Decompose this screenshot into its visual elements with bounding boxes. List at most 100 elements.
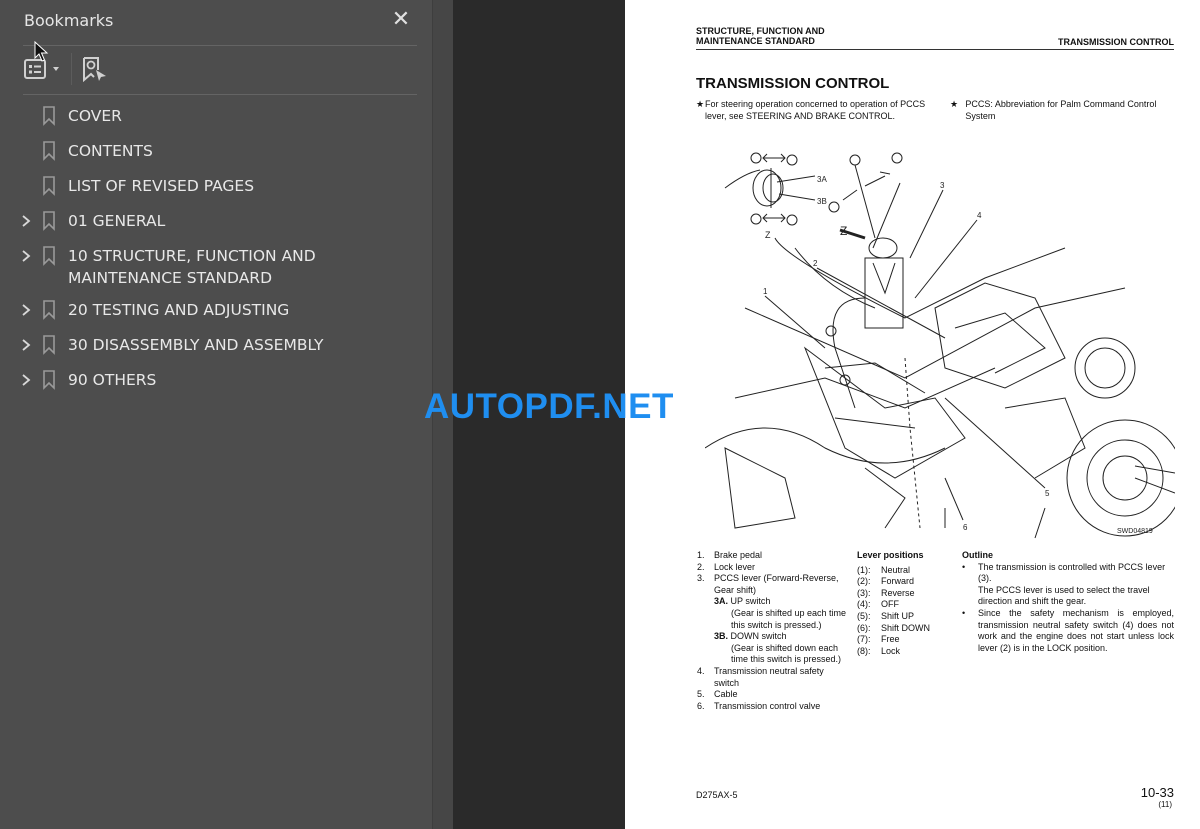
bookmark-item[interactable]: LIST OF REVISED PAGES — [0, 170, 432, 205]
bookmark-icon — [42, 105, 58, 127]
mouse-cursor-icon — [34, 41, 49, 62]
revision-number: (11) — [1158, 800, 1172, 809]
part-subitem-note: (Gear is shifted down each time this swi… — [731, 642, 842, 665]
part-item: 1. Brake pedal — [697, 550, 763, 560]
bookmark-label: 01 GENERAL — [68, 212, 166, 230]
outline-section: Outline • The transmission is controlled… — [962, 550, 1174, 654]
outline-heading: Outline — [962, 550, 993, 560]
page-title: TRANSMISSION CONTROL — [696, 75, 890, 92]
header-section-line1: STRUCTURE, FUNCTION AND — [696, 26, 825, 36]
bookmark-icon — [42, 140, 58, 162]
star-icon: ★ — [950, 99, 959, 109]
bookmark-label: 10 STRUCTURE, FUNCTION AND MAINTENANCE S… — [68, 247, 316, 287]
divider — [23, 94, 417, 95]
note-text: PCCS: Abbreviation for Palm Command Cont… — [965, 99, 1157, 121]
callout-6: 6 — [963, 523, 968, 532]
callout-leaders — [764, 189, 1046, 521]
bookmark-list: COVER CONTENTS LIST OF REVISED PAGES 01 GEN… — [0, 100, 432, 399]
transmission-control-diagram: 3A 3B Z Z 1 2 3 4 5 6 SWD04819 — [705, 152, 1175, 539]
lever-position: (4): OFF — [857, 599, 899, 610]
bookmark-icon — [42, 299, 58, 321]
star-icon: ★ — [696, 99, 705, 109]
lever-position: (1): Neutral — [857, 564, 911, 575]
page-number: 10-33 — [1140, 785, 1174, 800]
dropdown-caret-icon — [53, 67, 59, 71]
header-rule — [696, 49, 1174, 50]
bookmark-item[interactable]: 30 DISASSEMBLY AND ASSEMBLY — [0, 329, 432, 364]
expand-chevron-icon[interactable] — [18, 299, 34, 321]
bookmark-item[interactable]: 01 GENERAL — [0, 205, 432, 240]
bookmark-item[interactable]: 20 TESTING AND ADJUSTING — [0, 294, 432, 329]
lever-position: (7): Free — [857, 634, 900, 645]
z-arrow-label: Z — [840, 224, 847, 238]
expand-chevron-icon[interactable] — [18, 334, 34, 356]
bookmark-item[interactable]: 10 STRUCTURE, FUNCTION AND MAINTENANCE S… — [0, 240, 432, 294]
callout-3b: 3B — [817, 197, 827, 206]
callout-3a: 3A — [817, 175, 827, 184]
bookmark-item[interactable]: CONTENTS — [0, 135, 432, 170]
part-item: 6. Transmission control valve — [697, 700, 821, 711]
expand-chevron-icon[interactable] — [18, 369, 34, 391]
page-header-section: STRUCTURE, FUNCTION AND MAINTENANCE STAN… — [696, 26, 825, 46]
lever-position: (8): Lock — [857, 645, 901, 656]
lever-position: (3): Reverse — [857, 587, 915, 598]
bookmark-item[interactable]: COVER — [0, 100, 432, 135]
bookmarks-panel: Bookmarks ✕ COVER CONTENTS LIST OF REVISED… — [0, 0, 432, 829]
lever-position: (5): Shift UP — [857, 610, 915, 621]
outline-bullet: • The transmission is controlled with PC… — [962, 561, 1166, 607]
diagram-code: SWD04819 — [1117, 528, 1153, 535]
bookmark-label: 30 DISASSEMBLY AND ASSEMBLY — [68, 336, 324, 354]
bookmark-icon — [42, 175, 58, 197]
callout-2: 2 — [813, 259, 818, 268]
page-number-block: 10-33 (11) — [1141, 785, 1174, 809]
page-header-topic: TRANSMISSION CONTROL — [1058, 37, 1174, 47]
z-view-inset — [724, 152, 816, 226]
bullet-icon: • — [962, 607, 966, 618]
bookmark-label: COVER — [68, 107, 122, 125]
divider — [23, 45, 417, 46]
part-subitem: 3B. DOWN switch — [714, 631, 787, 642]
document-page: STRUCTURE, FUNCTION AND MAINTENANCE STAN… — [625, 0, 1200, 829]
callout-1: 1 — [763, 287, 768, 296]
part-item: 2. Lock lever — [697, 561, 756, 572]
note-text: For steering operation concerned to oper… — [704, 99, 926, 121]
bookmark-label: 20 TESTING AND ADJUSTING — [68, 301, 290, 319]
bookmark-label: 90 OTHERS — [68, 371, 157, 389]
outline-bullet: • Since the safety mechanism is employed… — [962, 607, 1174, 653]
part-item: 5. Cable — [697, 689, 738, 700]
header-section-line2: MAINTENANCE STANDARD — [696, 36, 815, 46]
find-current-bookmark-button[interactable] — [82, 56, 108, 83]
pccs-lever — [828, 152, 904, 329]
bookmark-icon — [42, 334, 58, 356]
expand-chevron-icon[interactable] — [18, 210, 34, 232]
lever-positions: Lever positions (1): Neutral (2): Forward … — [857, 550, 947, 657]
bookmark-icon — [42, 245, 58, 267]
lever-position: (6): Shift DOWN — [857, 622, 931, 633]
lever-positions-heading: Lever positions — [857, 550, 924, 560]
callout-5: 5 — [1045, 489, 1050, 498]
expand-chevron-icon[interactable] — [18, 245, 34, 267]
part-item: 4. Transmission neutral safety switch — [697, 665, 824, 688]
callout-3: 3 — [940, 181, 945, 190]
watermark: AUTOPDF.NET — [424, 387, 674, 426]
toolbar-separator — [71, 53, 72, 85]
note-pccs: ★ PCCS: Abbreviation for Palm Command Co… — [950, 99, 1180, 122]
lever-position: (2): Forward — [857, 576, 915, 587]
find-bookmark-icon — [83, 57, 106, 83]
model-number: D275AX-5 — [696, 790, 738, 800]
panel-title: Bookmarks — [24, 11, 114, 30]
bookmark-item[interactable]: 90 OTHERS — [0, 364, 432, 399]
part-subitem: 3A. UP switch — [714, 596, 771, 607]
bullet-icon: • — [962, 561, 966, 572]
bookmark-label: CONTENTS — [68, 142, 153, 160]
bookmark-icon — [42, 210, 58, 232]
machine-body — [705, 237, 1175, 539]
z-view-label: Z — [765, 230, 771, 240]
parts-legend: 1. Brake pedal 2. Lock lever 3. PCCS lever … — [697, 550, 857, 712]
part-subitem-note: (Gear is shifted up each time this switc… — [731, 607, 847, 630]
bookmark-icon — [42, 369, 58, 391]
bookmark-label: LIST OF REVISED PAGES — [68, 177, 255, 195]
close-panel-button[interactable]: ✕ — [390, 9, 412, 31]
part-item: 3. PCCS lever (Forward-Reverse, Gear shif… — [697, 573, 839, 595]
callout-4: 4 — [977, 211, 982, 220]
